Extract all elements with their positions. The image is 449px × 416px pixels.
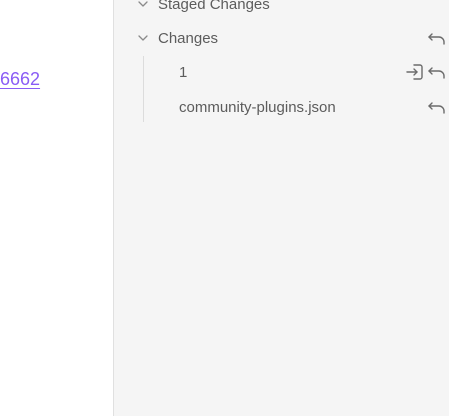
changes-header[interactable]: Changes bbox=[114, 23, 449, 53]
changes-label: Changes bbox=[158, 29, 219, 47]
file-name: community-plugins.json bbox=[179, 98, 336, 116]
chevron-down-icon[interactable] bbox=[136, 31, 150, 45]
source-control-panel: Staged Changes Changes 1 community-plugi… bbox=[113, 0, 449, 416]
editor-pane: 6662 bbox=[0, 0, 113, 416]
discard-file-icon[interactable] bbox=[426, 96, 448, 118]
file-row[interactable]: community-plugins.json bbox=[114, 92, 449, 122]
discard-file-icon[interactable] bbox=[426, 61, 448, 83]
chevron-down-icon[interactable] bbox=[136, 0, 150, 11]
file-row[interactable]: 1 bbox=[114, 57, 449, 87]
staged-changes-label: Staged Changes bbox=[158, 0, 270, 13]
editor-link[interactable]: 6662 bbox=[0, 69, 40, 90]
staged-changes-header[interactable]: Staged Changes bbox=[114, 0, 449, 19]
stage-file-icon[interactable] bbox=[404, 61, 426, 83]
app-window: 6662 Staged Changes Changes 1 community-… bbox=[0, 0, 449, 416]
file-name: 1 bbox=[179, 63, 188, 81]
discard-all-icon[interactable] bbox=[426, 27, 448, 49]
